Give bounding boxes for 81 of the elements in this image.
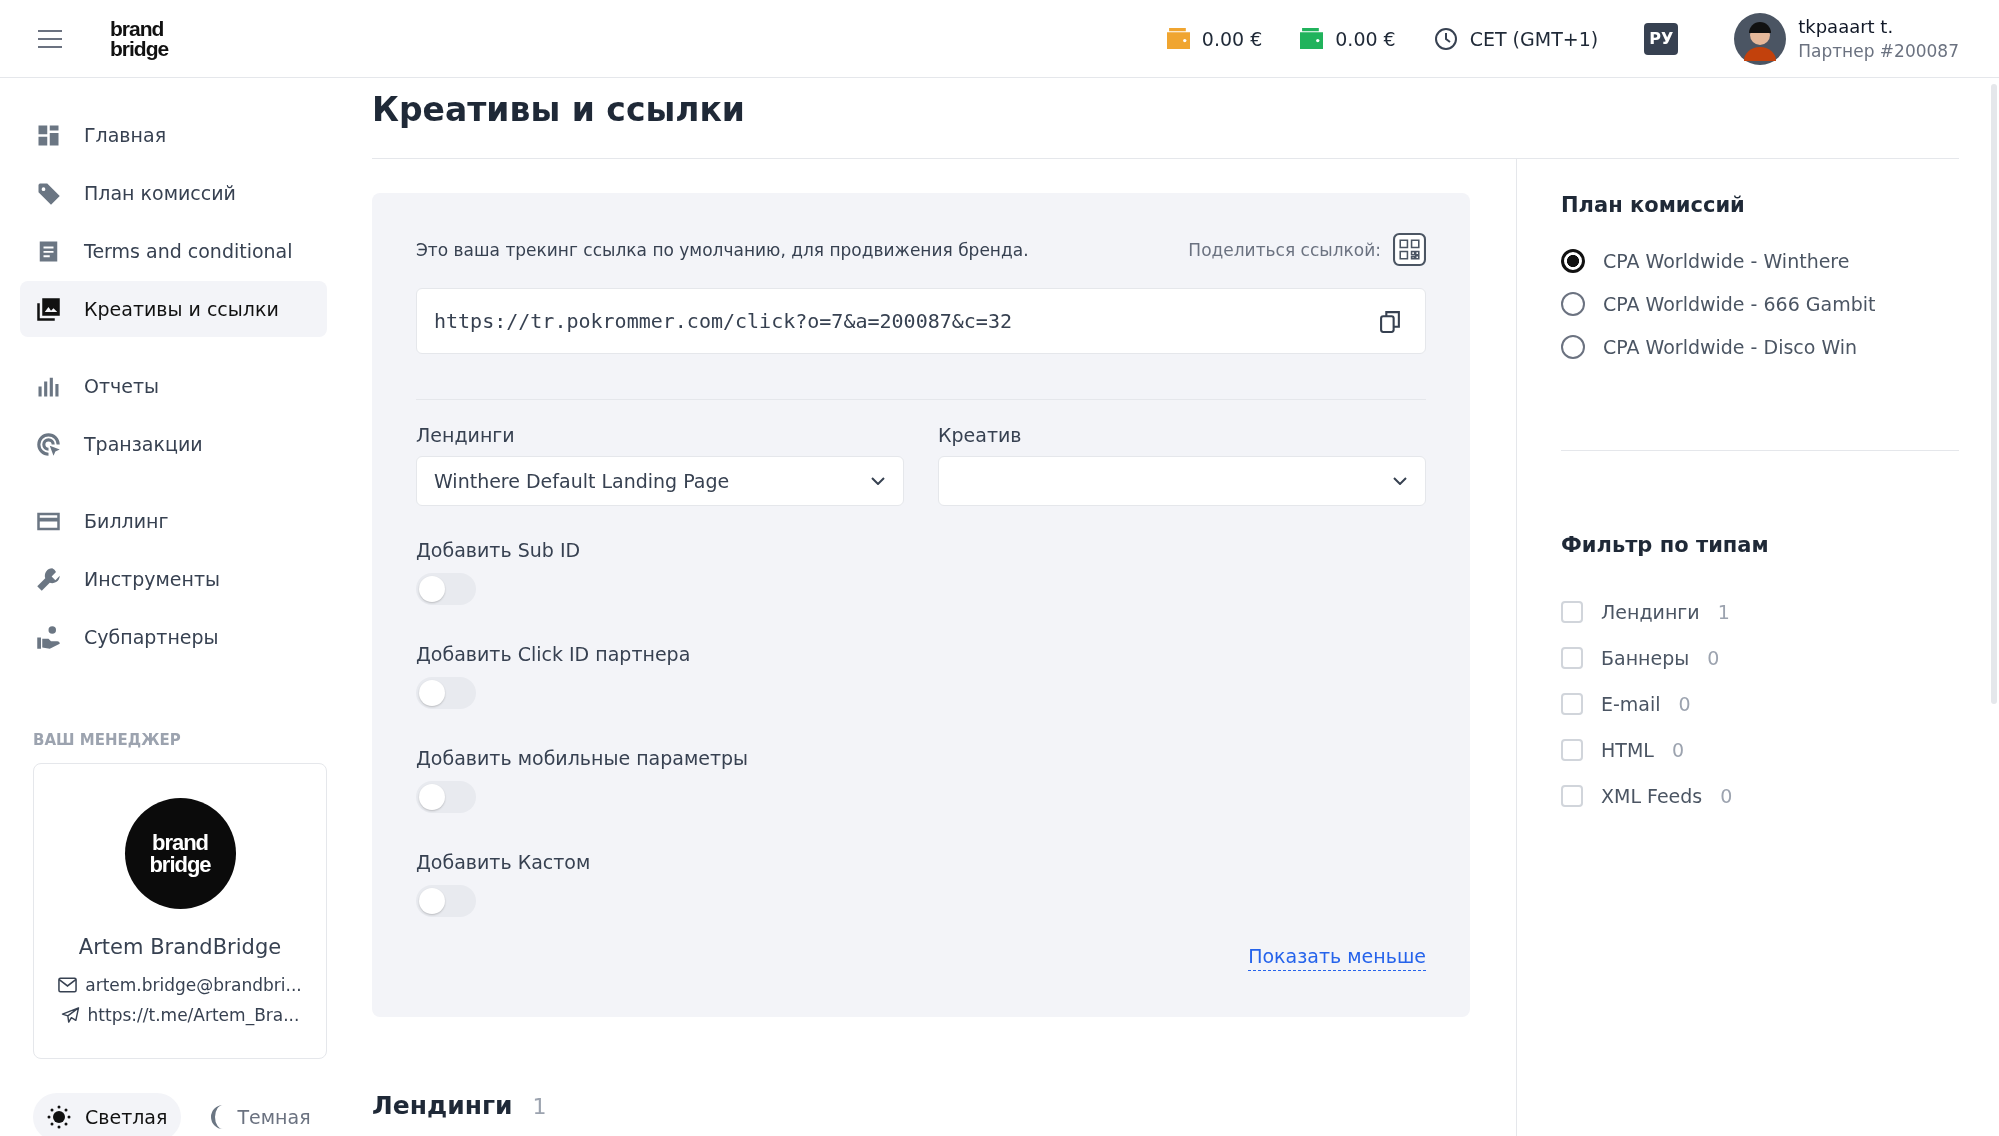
manager-email[interactable]: artem.bridge@brandbri... (85, 975, 302, 995)
mail-icon (58, 977, 78, 993)
nav-item[interactable]: Terms and conditional (20, 223, 327, 279)
toggle-label: Добавить Sub ID (416, 539, 582, 561)
target-cursor-icon (36, 431, 61, 457)
balance-amount: 0.00 € (1201, 27, 1263, 50)
checkbox[interactable] (1561, 739, 1583, 761)
radio-button[interactable] (1561, 291, 1585, 316)
balance-amount: 0.00 € (1335, 27, 1396, 50)
checkbox[interactable] (1561, 601, 1583, 623)
checkbox-label[interactable]: XML Feeds (1601, 785, 1703, 807)
radio-button[interactable] (1561, 334, 1585, 359)
timezone-label[interactable]: CET (GMT+1) (1469, 27, 1599, 50)
theme-toggle[interactable]: Светлая (33, 1093, 182, 1136)
description-text: Это ваша трекинг ссылка по умолчанию, для продвижения бренда. (416, 239, 1030, 260)
toggle-switch[interactable] (416, 677, 476, 709)
dropdown[interactable]: Winthere Default Landing Page (416, 456, 904, 506)
checkbox-label[interactable]: HTML (1601, 739, 1654, 761)
partner-id: Партнер #200087 (1798, 41, 1959, 61)
wrench-icon (36, 566, 61, 592)
nav-item[interactable]: План комиссий (20, 165, 327, 221)
avatar[interactable] (1734, 12, 1787, 65)
section-label: ВАШ МЕНЕДЖЕР (33, 731, 182, 749)
item-count: 1 (1717, 601, 1730, 623)
qr-code-icon[interactable] (1393, 233, 1426, 266)
copy-icon[interactable] (1380, 309, 1401, 333)
clock-icon (1433, 26, 1458, 51)
radio-label[interactable]: CPA Worldwide - Disco Win (1603, 335, 1858, 358)
checkbox[interactable] (1561, 785, 1583, 807)
section-title: Лендинги (372, 1091, 513, 1120)
panel-heading: Фильтр по типам (1561, 533, 1770, 557)
nav-item[interactable]: Биллинг (20, 493, 327, 549)
item-count: 0 (1671, 739, 1684, 761)
item-count: 0 (1720, 785, 1733, 807)
images-icon (36, 296, 61, 322)
chevron-down-icon (1393, 477, 1407, 485)
checkbox[interactable] (1561, 647, 1583, 669)
radio-button[interactable] (1561, 248, 1585, 273)
moon-icon (209, 1105, 224, 1129)
share-label: Поделиться ссылкой: (1188, 239, 1381, 260)
sun-icon (47, 1105, 71, 1129)
toggle-label: Добавить Click ID партнера (416, 643, 692, 665)
nav-item[interactable]: Креативы и ссылки (20, 281, 327, 337)
nav-item[interactable]: Инструменты (20, 551, 327, 607)
field-label: Лендинги (416, 424, 516, 446)
toggle-switch[interactable] (416, 885, 476, 917)
checkbox-label[interactable]: Лендинги (1601, 601, 1700, 623)
panel-heading: План комиссий (1561, 193, 1746, 217)
checkbox[interactable] (1561, 693, 1583, 715)
manager-name: Artem BrandBridge (78, 935, 282, 959)
nav-item[interactable]: Отчеты (20, 358, 327, 414)
checkbox-label[interactable]: Баннеры (1601, 647, 1690, 669)
chevron-down-icon (871, 477, 885, 485)
manager-telegram[interactable]: https://t.me/Artem_Bra... (87, 1005, 300, 1025)
menu-icon[interactable] (38, 29, 62, 48)
toggle-label: Добавить мобильные параметры (416, 747, 750, 769)
show-less-link[interactable]: Показать меньше (1248, 945, 1426, 971)
nav-item[interactable]: Субпартнеры (20, 609, 327, 665)
nav-item[interactable]: Главная (20, 107, 327, 163)
radio-label[interactable]: CPA Worldwide - 666 Gambit (1603, 292, 1876, 315)
toggle-switch[interactable] (416, 573, 476, 605)
theme-toggle[interactable]: Темная (195, 1093, 325, 1136)
nav-item[interactable]: Транзакции (20, 416, 327, 472)
section-count: 1 (532, 1094, 547, 1119)
tracking-url-field[interactable]: https://tr.pokrommer.com/click?o=7&a=200087&c=32 (416, 288, 1426, 354)
send-icon (60, 1007, 80, 1023)
scrollbar[interactable] (1991, 84, 1997, 704)
field-label: Креатив (938, 424, 1023, 446)
toggle-label: Добавить Кастом (416, 851, 592, 873)
item-count: 0 (1678, 693, 1691, 715)
toggle-switch[interactable] (416, 781, 476, 813)
page-title: Креативы и ссылки (372, 90, 746, 131)
item-count: 0 (1707, 647, 1720, 669)
dropdown[interactable] (938, 456, 1426, 506)
manager-logo: brand bridge (124, 798, 236, 909)
user-name: tkpaaart t. (1798, 16, 1895, 37)
language-button[interactable]: РУ (1644, 22, 1679, 55)
brand-logo[interactable]: brand bridge (110, 18, 169, 59)
checkbox-label[interactable]: E-mail (1601, 693, 1661, 715)
hand-person-icon (36, 624, 61, 650)
radio-label[interactable]: CPA Worldwide - Winthere (1603, 249, 1850, 272)
